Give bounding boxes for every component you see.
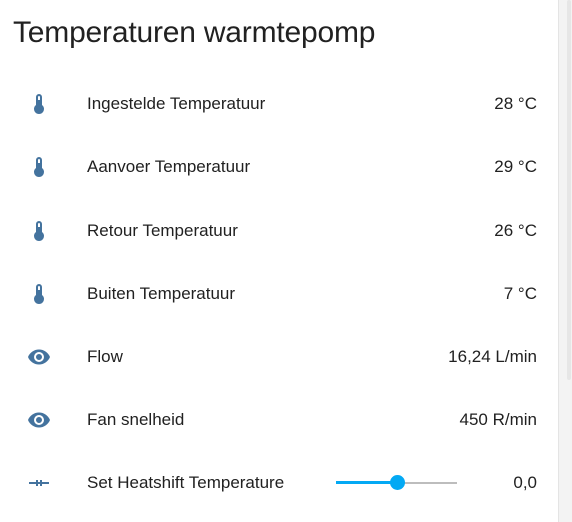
- entity-state: 450 R/min: [459, 410, 537, 429]
- entity-row-aanvoer-temperatuur[interactable]: Aanvoer Temperatuur 29 °C: [0, 147, 558, 187]
- entity-label: Set Heatshift Temperature: [87, 473, 285, 492]
- scrollbar-thumb[interactable]: [567, 0, 571, 380]
- entity-state: 0,0: [513, 473, 537, 492]
- entity-label: Flow: [87, 347, 123, 366]
- entity-label: Retour Temperatuur: [87, 221, 238, 240]
- thermometer-icon: [22, 215, 56, 247]
- entity-state: 28 °C: [494, 94, 537, 113]
- entity-label: Aanvoer Temperatuur: [87, 157, 251, 176]
- entities-card: Temperaturen warmtepomp Ingestelde Tempe…: [0, 0, 559, 522]
- entity-state: 29 °C: [494, 157, 537, 176]
- heatshift-slider[interactable]: [336, 475, 457, 491]
- entity-row-flow[interactable]: Flow 16,24 L/min: [0, 337, 558, 377]
- entity-label: Ingestelde Temperatuur: [87, 94, 266, 113]
- entity-row-set-heatshift-temperature: Set Heatshift Temperature 0,0: [0, 463, 558, 503]
- entity-label: Buiten Temperatuur: [87, 284, 236, 303]
- entity-state: 26 °C: [494, 221, 537, 240]
- ray-vertex-icon: [22, 467, 56, 499]
- entity-row-fan-snelheid[interactable]: Fan snelheid 450 R/min: [0, 400, 558, 440]
- eye-icon: [22, 341, 56, 373]
- slider-thumb[interactable]: [390, 475, 405, 490]
- eye-icon: [22, 404, 56, 436]
- entity-state: 7 °C: [503, 284, 537, 303]
- entity-row-retour-temperatuur[interactable]: Retour Temperatuur 26 °C: [0, 211, 558, 251]
- entity-label: Fan snelheid: [87, 410, 185, 429]
- thermometer-icon: [22, 88, 56, 120]
- entity-state: 16,24 L/min: [448, 347, 537, 366]
- entity-row-ingestelde-temperatuur[interactable]: Ingestelde Temperatuur 28 °C: [0, 84, 558, 124]
- thermometer-icon: [22, 151, 56, 183]
- thermometer-icon: [22, 278, 56, 310]
- card-title: Temperaturen warmtepomp: [13, 16, 376, 49]
- entity-row-buiten-temperatuur[interactable]: Buiten Temperatuur 7 °C: [0, 274, 558, 314]
- slider-fill: [336, 481, 397, 484]
